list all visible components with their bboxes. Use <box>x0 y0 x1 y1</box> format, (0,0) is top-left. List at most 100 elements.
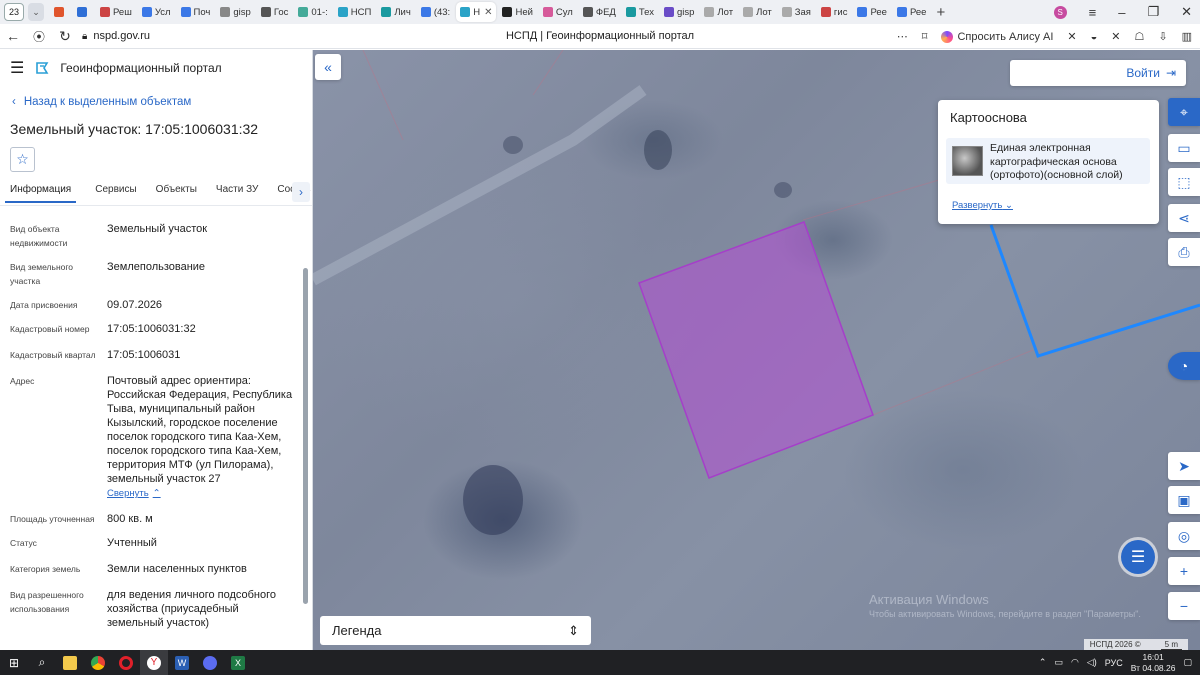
clock-time: 16:01 <box>1142 651 1164 662</box>
url-field[interactable]: 🔒︎ nspd.gov.ru <box>82 30 150 42</box>
maximize-icon[interactable]: ❐ <box>1147 4 1159 20</box>
extension-icon-2[interactable]: ◒ <box>1091 31 1098 43</box>
browser-tab[interactable]: Н ✕ <box>456 2 497 22</box>
tab-label: Лот <box>717 6 734 18</box>
browser-tab[interactable] <box>50 2 71 22</box>
excel-icon[interactable]: X <box>224 650 252 675</box>
tab-favicon-icon <box>582 7 593 17</box>
layers-tool-button[interactable]: ⌖ <box>1168 98 1200 126</box>
browser-tab[interactable]: Рее <box>853 2 891 22</box>
browser-tab[interactable]: гис <box>817 2 852 22</box>
select-area-tool-button[interactable]: ⬚ <box>1168 168 1200 196</box>
clock[interactable]: 16:01 Вт 04.08.26 <box>1131 652 1176 674</box>
tabs-scroll-right-icon[interactable]: › <box>292 182 310 202</box>
expand-basemap-link[interactable]: Развернуть ⌄ <box>952 200 1013 211</box>
volume-icon[interactable]: ◁) <box>1087 657 1097 668</box>
browser-tab[interactable]: НСП <box>334 2 376 22</box>
browser-tab[interactable]: Лич <box>377 2 415 22</box>
network-icon[interactable]: ▭ <box>1054 657 1063 668</box>
word-icon[interactable]: W <box>168 650 196 675</box>
wifi-icon[interactable]: ◠ <box>1071 657 1079 668</box>
hamburger-menu-icon[interactable]: ☰ <box>10 58 24 78</box>
browser-tab[interactable]: Лот <box>700 2 737 22</box>
tab-list-chevron-icon[interactable]: ⌄ <box>28 3 44 21</box>
zoom-in-button[interactable]: + <box>1168 557 1200 585</box>
selected-parcel-polygon[interactable] <box>638 221 874 479</box>
tab-count-badge[interactable]: 23 <box>4 3 24 21</box>
browser-tab[interactable]: Зая <box>778 2 815 22</box>
map-view[interactable]: « Войти ⇥ Картооснова Единая электронная… <box>313 50 1200 650</box>
browser-tab[interactable]: gisp <box>216 2 254 22</box>
measure-tool-button[interactable]: ▭ <box>1168 134 1200 162</box>
locate-button[interactable]: ➤ <box>1168 452 1200 480</box>
browser-tab[interactable] <box>73 2 94 22</box>
messenger-icon[interactable] <box>196 650 224 675</box>
extension-icon-4[interactable]: ☖ <box>1135 30 1145 43</box>
print-tool-button[interactable]: ⎙ <box>1168 238 1200 266</box>
tab-services[interactable]: Сервисы <box>95 180 136 201</box>
zoom-out-button[interactable]: − <box>1168 592 1200 620</box>
more-dots-icon[interactable]: ⋯ <box>897 30 908 43</box>
browser-tab[interactable]: Рее <box>893 2 931 22</box>
reload-icon[interactable]: ↻ <box>52 28 78 45</box>
search-icon[interactable]: ⌕ <box>28 650 56 675</box>
browser-tab[interactable]: Лот <box>739 2 776 22</box>
browser-tab[interactable]: Поч <box>177 2 215 22</box>
browser-tab[interactable]: (43: <box>417 2 454 22</box>
split-view-icon[interactable]: ▥ <box>1182 30 1192 43</box>
tray-chevron-up-icon[interactable]: ⌃ <box>1039 657 1047 668</box>
back-to-selected-link[interactable]: ‹ Назад к выделенным объектам <box>12 96 191 108</box>
shield-icon[interactable]: ⦿ <box>26 28 52 45</box>
minimize-icon[interactable]: – <box>1118 5 1125 20</box>
new-tab-plus-icon[interactable]: + <box>936 4 945 21</box>
portal-logo-icon <box>36 62 49 74</box>
minimap-button[interactable]: ▣ <box>1168 486 1200 514</box>
tab-label: 01-: <box>311 6 328 18</box>
collapse-panel-button[interactable]: « <box>315 54 341 80</box>
login-button[interactable]: Войти ⇥ <box>1010 60 1186 86</box>
chrome-icon[interactable] <box>84 650 112 675</box>
windows-start-icon[interactable]: ⊞ <box>0 650 28 675</box>
profile-avatar[interactable]: S <box>1053 5 1067 19</box>
notifications-icon[interactable]: ▢ <box>1183 657 1192 668</box>
browser-tab[interactable]: Усл <box>138 2 175 22</box>
bookmark-icon[interactable]: ⌑ <box>922 30 928 43</box>
close-window-icon[interactable]: ✕ <box>1181 4 1192 20</box>
menu-icon[interactable]: ≡ <box>1089 5 1097 20</box>
file-explorer-icon[interactable] <box>56 650 84 675</box>
tab-favicon-icon <box>420 7 431 17</box>
printer-icon: ⎙ <box>1178 243 1190 260</box>
tab-objects[interactable]: Объекты <box>156 180 197 201</box>
yandex-browser-icon[interactable]: Y <box>140 650 168 675</box>
back-arrow-icon[interactable]: ← <box>0 28 26 44</box>
tab-close-icon[interactable]: ✕ <box>484 7 492 18</box>
assistant-icon: ◔ <box>1179 358 1189 374</box>
browser-tab[interactable]: Ней <box>498 2 536 22</box>
copyright-text: НСПД 2026 © <box>1089 640 1141 649</box>
tab-label: Рее <box>909 6 927 18</box>
browser-tab[interactable]: gisp <box>660 2 698 22</box>
tab-parts[interactable]: Части ЗУ <box>216 180 258 201</box>
basemap-item[interactable]: Единая электронная картографическая осно… <box>946 138 1150 184</box>
collapse-address-link[interactable]: Свернуть ⌃ <box>107 487 161 501</box>
legend-dropdown[interactable]: Легенда ⇕ <box>320 616 591 645</box>
tab-information[interactable]: Информация <box>5 180 77 203</box>
downloads-icon[interactable]: ⇩ <box>1158 30 1167 43</box>
chat-button[interactable]: ☰ <box>1121 540 1155 574</box>
language-indicator[interactable]: РУС <box>1105 658 1123 668</box>
panel-scrollbar[interactable] <box>303 268 308 604</box>
ask-alisa-button[interactable]: Спросить Алису AI <box>941 30 1053 43</box>
extension-icon-1[interactable]: ✕ <box>1067 30 1076 43</box>
browser-tab[interactable]: Гос <box>257 2 293 22</box>
browser-tab[interactable]: ФЕД <box>579 2 620 22</box>
favorite-button[interactable]: ☆ <box>10 147 35 172</box>
geolocation-button[interactable]: ◎ <box>1168 522 1200 550</box>
browser-tab[interactable]: 01-: <box>294 2 331 22</box>
browser-tab[interactable]: Реш <box>96 2 136 22</box>
browser-tab[interactable]: Сул <box>539 2 577 22</box>
assistant-button[interactable]: ◔ <box>1168 352 1200 380</box>
extension-icon-3[interactable]: ✕ <box>1111 30 1120 43</box>
opera-icon[interactable] <box>112 650 140 675</box>
share-tool-button[interactable]: ⋖ <box>1168 204 1200 232</box>
browser-tab[interactable]: Тех <box>622 2 658 22</box>
